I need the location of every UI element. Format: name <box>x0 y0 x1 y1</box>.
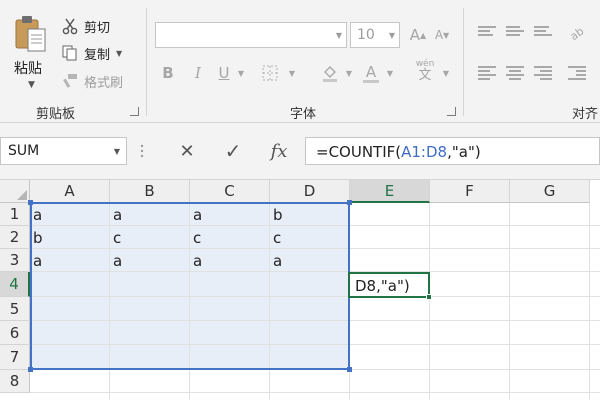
fill-color-button[interactable] <box>318 62 342 84</box>
gridline <box>429 203 430 400</box>
group-divider <box>146 8 147 116</box>
row-header-2[interactable]: 2 <box>0 226 30 249</box>
fill-handle[interactable] <box>426 294 432 300</box>
row-header-1[interactable]: 1 <box>0 203 30 226</box>
name-box-dropdown-icon[interactable]: ▼ <box>114 147 120 156</box>
orientation-icon[interactable]: ab <box>568 24 588 44</box>
column-header-d[interactable]: D <box>270 180 350 203</box>
bold-button[interactable]: B <box>158 62 178 84</box>
font-color-swatch <box>363 79 379 83</box>
cut-button[interactable]: 剪切 <box>60 16 110 36</box>
font-size-dropdown-icon[interactable]: ▼ <box>389 31 395 40</box>
copy-button[interactable]: 复制 ▼ <box>60 43 122 63</box>
cancel-icon[interactable]: ✕ <box>172 138 202 164</box>
paste-icon[interactable] <box>14 14 48 54</box>
select-all-icon <box>17 190 27 200</box>
enter-icon[interactable]: ✓ <box>218 138 248 164</box>
copy-label: 复制 <box>84 47 111 63</box>
formula-range-reference: A1:D8 <box>401 143 448 161</box>
formula-bar: SUM ▼ ✕ ✓ fx =COUNTIF(A1:D8,"a") <box>0 123 600 180</box>
row-header-8[interactable]: 8 <box>0 370 30 393</box>
font-size-combo[interactable]: 10 ▼ <box>350 22 400 48</box>
copy-icon <box>60 44 80 62</box>
underline-dropdown-icon[interactable]: ▼ <box>234 62 248 84</box>
align-left-icon[interactable] <box>478 66 496 80</box>
range-handle[interactable] <box>28 367 33 372</box>
gridline <box>509 203 510 400</box>
column-header-e[interactable]: E <box>350 180 430 203</box>
range-handle[interactable] <box>28 200 33 205</box>
column-header-c[interactable]: C <box>190 180 270 203</box>
range-handle[interactable] <box>347 200 352 205</box>
font-name-dropdown-icon[interactable]: ▼ <box>336 31 342 40</box>
clipboard-launcher-icon[interactable] <box>130 107 139 116</box>
name-box[interactable]: SUM ▼ <box>0 137 127 165</box>
font-size-value: 10 <box>357 27 375 43</box>
select-all-button[interactable] <box>0 180 30 203</box>
format-painter-icon <box>60 72 80 90</box>
cut-label: 剪切 <box>84 20 111 36</box>
align-bottom-icon[interactable] <box>534 26 552 40</box>
format-painter-button[interactable]: 格式刷 <box>60 71 123 91</box>
borders-button[interactable] <box>258 62 282 84</box>
group-divider <box>463 8 464 116</box>
column-header-f[interactable]: F <box>430 180 510 203</box>
formula-input[interactable]: =COUNTIF(A1:D8,"a") <box>305 137 600 165</box>
referenced-range-border <box>30 202 350 370</box>
row-header-3[interactable]: 3 <box>0 249 30 272</box>
row-header-7[interactable]: 7 <box>0 345 30 370</box>
decrease-font-icon: A <box>434 28 444 42</box>
formula-bar-grip-icon[interactable] <box>140 143 144 159</box>
ribbon: 粘贴 ▼ 剪切 复制 ▼ 格式刷 剪贴板 ▼ 10 ▼ A ▲ A ▼ B I … <box>0 0 600 123</box>
copy-dropdown-icon[interactable]: ▼ <box>116 49 122 58</box>
column-header-a[interactable]: A <box>30 180 110 203</box>
increase-font-icon: A <box>409 26 421 44</box>
align-middle-icon[interactable] <box>506 26 524 40</box>
formula-text: =COUNTIF(A1:D8,"a") <box>316 143 481 161</box>
active-cell-editing-text: D8,"a") <box>355 277 410 295</box>
borders-icon <box>262 65 278 81</box>
cut-icon <box>60 17 80 35</box>
font-name-combo[interactable]: ▼ <box>155 22 347 48</box>
font-color-icon: A <box>365 62 377 81</box>
fill-color-icon <box>323 66 337 82</box>
formula-prefix: =COUNTIF( <box>316 143 402 161</box>
italic-button[interactable]: I <box>188 62 208 84</box>
font-launcher-icon[interactable] <box>447 107 456 116</box>
font-color-button[interactable]: A <box>361 62 381 84</box>
row-header-4[interactable]: 4 <box>0 272 30 297</box>
svg-text:ab: ab <box>568 25 586 42</box>
format-painter-label: 格式刷 <box>84 75 124 91</box>
clipboard-group-label: 剪贴板 <box>36 107 76 122</box>
worksheet-grid[interactable]: A B C D E F G 1 2 3 4 5 6 7 8 a a a b b … <box>0 180 600 400</box>
phonetic-char: 文 <box>418 68 432 83</box>
font-color-dropdown-icon[interactable]: ▼ <box>384 62 396 84</box>
paste-dropdown-icon[interactable]: ▼ <box>28 80 35 90</box>
row-header-5[interactable]: 5 <box>0 297 30 321</box>
font-group-label: 字体 <box>290 107 317 122</box>
gridline <box>30 392 600 393</box>
name-box-value: SUM <box>8 143 40 159</box>
fx-icon[interactable]: fx <box>264 138 294 164</box>
borders-dropdown-icon[interactable]: ▼ <box>286 62 298 84</box>
phonetic-dropdown-icon[interactable]: ▼ <box>440 62 452 84</box>
indent-icon[interactable] <box>568 66 586 80</box>
underline-button[interactable]: U <box>214 62 234 84</box>
alignment-group-label: 对齐 <box>572 107 599 122</box>
phonetic-button[interactable]: wén 文 <box>412 59 438 83</box>
range-handle[interactable] <box>347 367 352 372</box>
active-cell-e4[interactable]: D8,"a") <box>348 272 430 298</box>
increase-font-button[interactable]: A ▲ <box>408 24 428 46</box>
column-header-b[interactable]: B <box>110 180 190 203</box>
formula-suffix: ,"a") <box>447 143 481 161</box>
decrease-font-button[interactable]: A ▼ <box>432 24 452 46</box>
align-top-icon[interactable] <box>478 26 496 40</box>
align-center-icon[interactable] <box>506 66 524 80</box>
paste-button[interactable]: 粘贴 <box>14 58 42 78</box>
column-header-g[interactable]: G <box>510 180 590 203</box>
row-header-6[interactable]: 6 <box>0 321 30 345</box>
gridline <box>589 203 590 400</box>
align-right-icon[interactable] <box>534 66 552 80</box>
fill-color-dropdown-icon[interactable]: ▼ <box>343 62 355 84</box>
